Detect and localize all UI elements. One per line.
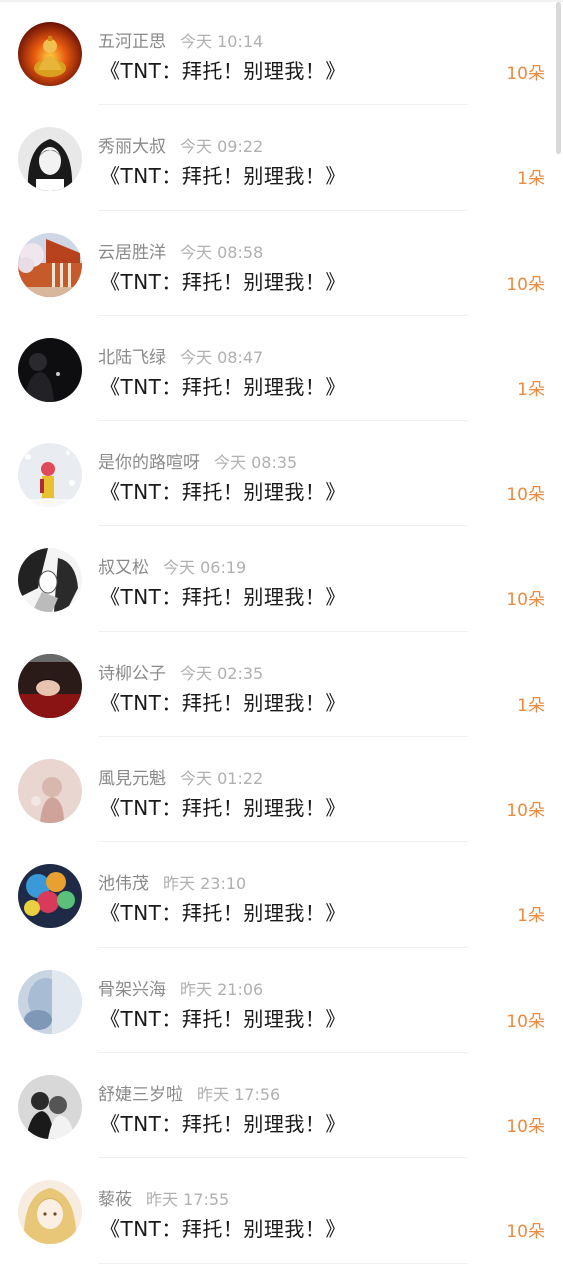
- user-name-text[interactable]: 秀丽大叔: [98, 137, 166, 157]
- gift-record-item[interactable]: 舒婕三岁啦 昨天 17:56 《TNT：拜托！别理我！》 10朵: [0, 1053, 563, 1159]
- user-name-text[interactable]: 是你的路喧呀: [98, 453, 200, 473]
- gift-list[interactable]: 五河正思 今天 10:14 《TNT：拜托！别理我！》 10朵 秀丽大叔 今天 09:22…: [0, 0, 563, 1264]
- user-name[interactable]: 藜莜 昨天 17:55: [98, 1185, 229, 1210]
- flower-amount: 1朵: [517, 695, 545, 716]
- gift-record-item[interactable]: 骨架兴海 昨天 21:06 《TNT：拜托！别理我！》 10朵: [0, 948, 563, 1053]
- user-name-text[interactable]: 五河正思: [98, 32, 166, 52]
- user-name[interactable]: 云居胜洋 今天 08:58: [98, 238, 263, 263]
- avatar[interactable]: [18, 864, 82, 929]
- flower-amount: 10朵: [506, 1011, 545, 1032]
- timestamp: 今天 08:47: [180, 347, 264, 367]
- gift-record-item[interactable]: 風見元魁 今天 01:22 《TNT：拜托！别理我！》 10朵: [0, 737, 563, 843]
- user-name-text[interactable]: 風見元魁: [98, 769, 166, 789]
- book-title[interactable]: 《TNT：拜托！别理我！》: [100, 1108, 346, 1137]
- book-title[interactable]: 《TNT：拜托！别理我！》: [100, 1213, 346, 1242]
- scrollbar[interactable]: [556, 2, 561, 154]
- timestamp: 昨天 23:10: [163, 874, 247, 894]
- avatar[interactable]: [18, 969, 82, 1034]
- user-name-text[interactable]: 诗柳公子: [98, 664, 166, 684]
- timestamp: 今天 08:58: [180, 242, 264, 262]
- user-name-text[interactable]: 骨架兴海: [98, 980, 166, 1000]
- user-name-text[interactable]: 叔又松: [98, 558, 149, 578]
- book-title[interactable]: 《TNT：拜托！别理我！》: [100, 792, 346, 821]
- gift-record-item[interactable]: 秀丽大叔 今天 09:22 《TNT：拜托！别理我！》 1朵: [0, 105, 563, 211]
- avatar[interactable]: [18, 337, 82, 402]
- user-name[interactable]: 骨架兴海 昨天 21:06: [98, 975, 263, 1000]
- gift-record-item[interactable]: 藜莜 昨天 17:55 《TNT：拜托！别理我！》 10朵: [0, 1158, 563, 1264]
- avatar[interactable]: [18, 127, 82, 192]
- timestamp: 昨天 17:56: [197, 1084, 281, 1104]
- book-title[interactable]: 《TNT：拜托！别理我！》: [100, 687, 346, 716]
- book-title[interactable]: 《TNT：拜托！别理我！》: [100, 55, 346, 84]
- flower-amount: 10朵: [506, 64, 545, 84]
- flower-amount: 10朵: [506, 485, 545, 506]
- book-title[interactable]: 《TNT：拜托！别理我！》: [100, 897, 346, 926]
- gift-record-page: 五河正思 今天 10:14 《TNT：拜托！别理我！》 10朵 秀丽大叔 今天 09:22…: [0, 0, 563, 1280]
- book-title[interactable]: 《TNT：拜托！别理我！》: [100, 581, 346, 610]
- gift-record-item[interactable]: 叔又松 今天 06:19 《TNT：拜托！别理我！》 10朵: [0, 526, 563, 632]
- user-name-text[interactable]: 藜莜: [98, 1190, 132, 1210]
- flower-amount: 10朵: [506, 590, 545, 611]
- avatar[interactable]: [18, 443, 82, 508]
- avatar[interactable]: [18, 232, 82, 297]
- timestamp: 今天 02:35: [180, 663, 264, 683]
- avatar[interactable]: [18, 1074, 82, 1139]
- avatar[interactable]: [18, 1180, 82, 1245]
- flower-amount: 10朵: [506, 1116, 545, 1137]
- timestamp: 今天 09:22: [180, 137, 264, 157]
- user-name[interactable]: 叔又松 今天 06:19: [98, 553, 246, 578]
- user-name[interactable]: 五河正思 今天 10:14: [98, 27, 263, 52]
- gift-record-item[interactable]: 诗柳公子 今天 02:35 《TNT：拜托！别理我！》 1朵: [0, 632, 563, 738]
- book-title[interactable]: 《TNT：拜托！别理我！》: [100, 1003, 346, 1032]
- timestamp: 昨天 21:06: [180, 979, 264, 999]
- user-name-text[interactable]: 池伟茂: [98, 874, 149, 894]
- user-name-text[interactable]: 云居胜洋: [98, 243, 166, 263]
- gift-record-item[interactable]: 五河正思 今天 10:14 《TNT：拜托！别理我！》 10朵: [0, 0, 563, 106]
- gift-record-item[interactable]: 池伟茂 昨天 23:10 《TNT：拜托！别理我！》 1朵: [0, 842, 563, 948]
- timestamp: 今天 06:19: [163, 558, 247, 578]
- flower-amount: 10朵: [506, 274, 545, 295]
- divider: [98, 1262, 468, 1264]
- book-title[interactable]: 《TNT：拜托！别理我！》: [100, 160, 346, 189]
- timestamp: 今天 10:14: [180, 32, 264, 51]
- gift-record-item[interactable]: 北陆飞绿 今天 08:47 《TNT：拜托！别理我！》 1朵: [0, 316, 563, 422]
- book-title[interactable]: 《TNT：拜托！别理我！》: [100, 371, 346, 400]
- flower-amount: 10朵: [506, 801, 545, 822]
- user-name[interactable]: 是你的路喧呀 今天 08:35: [98, 448, 297, 473]
- book-title[interactable]: 《TNT：拜托！别理我！》: [100, 266, 346, 295]
- user-name-text[interactable]: 舒婕三岁啦: [98, 1085, 183, 1105]
- gift-record-item[interactable]: 是你的路喧呀 今天 08:35 《TNT：拜托！别理我！》 10朵: [0, 421, 563, 527]
- user-name[interactable]: 風見元魁 今天 01:22: [98, 764, 263, 789]
- avatar[interactable]: [18, 22, 82, 86]
- user-name-text[interactable]: 北陆飞绿: [98, 348, 166, 368]
- timestamp: 昨天 17:55: [146, 1190, 230, 1210]
- avatar[interactable]: [18, 548, 82, 613]
- flower-amount: 1朵: [517, 379, 545, 400]
- gift-record-item[interactable]: 云居胜洋 今天 08:58 《TNT：拜托！别理我！》 10朵: [0, 211, 563, 316]
- flower-amount: 10朵: [506, 1222, 545, 1243]
- avatar[interactable]: [18, 759, 82, 824]
- user-name[interactable]: 池伟茂 昨天 23:10: [98, 869, 246, 894]
- user-name[interactable]: 诗柳公子 今天 02:35: [98, 659, 263, 684]
- avatar[interactable]: [18, 653, 82, 718]
- user-name[interactable]: 秀丽大叔 今天 09:22: [98, 132, 263, 157]
- flower-amount: 1朵: [517, 906, 545, 927]
- flower-amount: 1朵: [517, 169, 545, 190]
- user-name[interactable]: 舒婕三岁啦 昨天 17:56: [98, 1080, 280, 1105]
- book-title[interactable]: 《TNT：拜托！别理我！》: [100, 476, 346, 505]
- timestamp: 今天 01:22: [180, 769, 264, 789]
- timestamp: 今天 08:35: [214, 453, 298, 473]
- user-name[interactable]: 北陆飞绿 今天 08:47: [98, 343, 263, 368]
